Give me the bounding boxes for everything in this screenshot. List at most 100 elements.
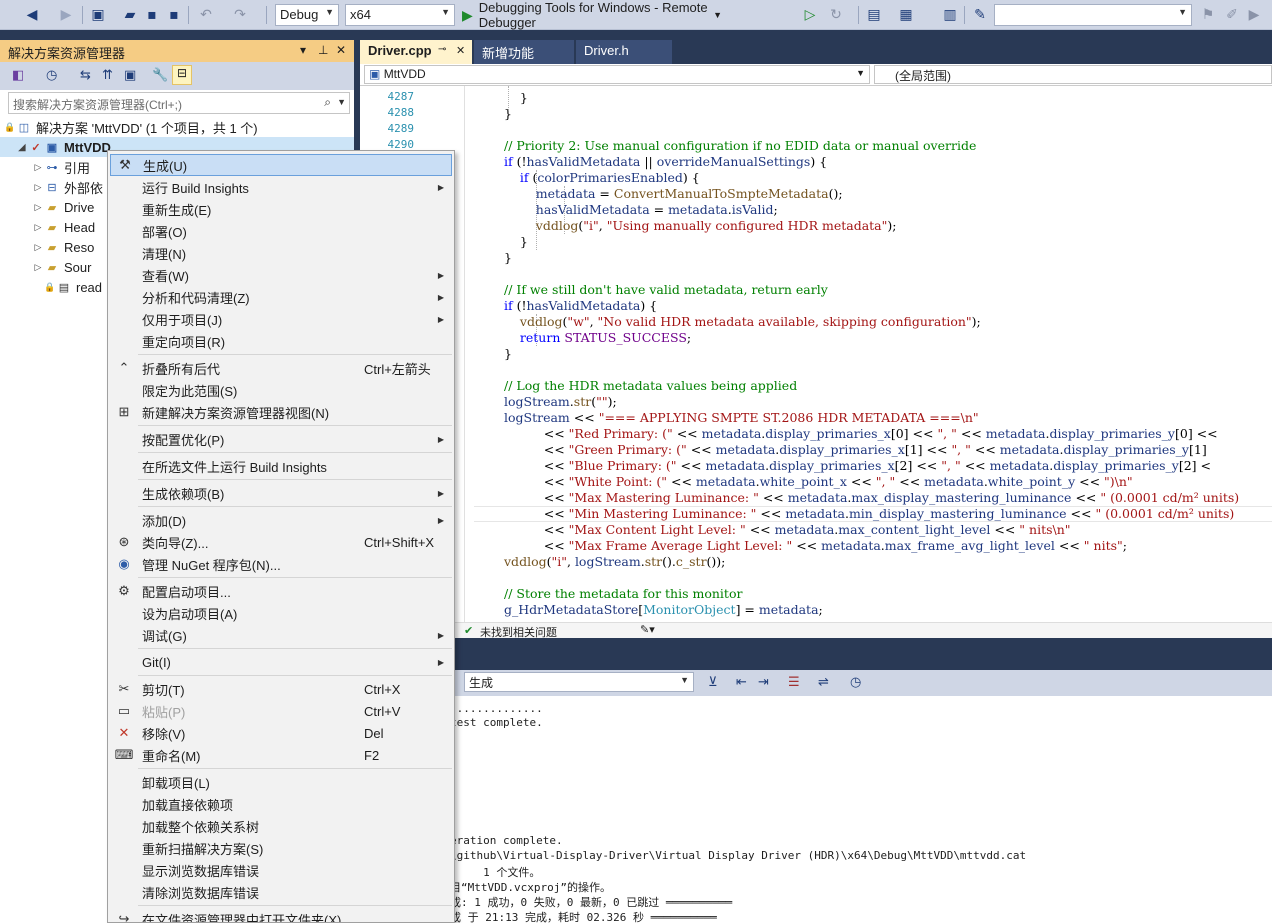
save-icon[interactable]: ▪ bbox=[142, 5, 162, 25]
code-line[interactable]: vddlog("w", "No valid HDR metadata avail… bbox=[504, 314, 981, 330]
solution-node[interactable]: 🔒 ◫ 解决方案 'MttVDD' (1 个项目，共 1 个) bbox=[0, 117, 354, 137]
menu-item[interactable]: ✕ 移除(V) Del bbox=[110, 722, 452, 744]
issues-status[interactable]: 未找到相关问题 bbox=[480, 624, 557, 640]
menu-item[interactable]: ⊞ 新建解决方案资源管理器视图(N) bbox=[110, 401, 452, 423]
code-cleanup-icon[interactable]: ✎▾ bbox=[640, 623, 655, 636]
chevron-right-icon[interactable]: ▷ bbox=[32, 182, 44, 193]
project-scope-select[interactable]: ▣ MttVDD ▼ bbox=[364, 65, 870, 84]
menu-item[interactable]: 限定为此范围(S) bbox=[110, 379, 452, 401]
menu-item[interactable]: 设为启动项目(A) bbox=[110, 602, 452, 624]
chevron-right-icon[interactable]: ▷ bbox=[32, 162, 44, 173]
menu-item[interactable]: 清除浏览数据库错误 bbox=[110, 881, 452, 903]
dropdown-icon[interactable]: ▾ bbox=[300, 43, 306, 57]
chevron-down-icon[interactable]: ▼ bbox=[337, 97, 346, 107]
tab-driver-cpp[interactable]: Driver.cpp ⊸ ✕ bbox=[360, 40, 472, 64]
menu-item[interactable]: ⌃ 折叠所有后代 Ctrl+左箭头 bbox=[110, 357, 452, 379]
code-line[interactable]: // Priority 2: Use manual configuration … bbox=[504, 138, 976, 154]
code-line[interactable]: // Log the HDR metadata values being app… bbox=[504, 378, 797, 394]
comment-icon[interactable]: ▥ bbox=[940, 5, 960, 25]
code-line[interactable]: return STATUS_SUCCESS; bbox=[504, 330, 691, 346]
search-icon[interactable]: ⌕ bbox=[324, 95, 331, 110]
code-line[interactable]: if (colorPrimariesEnabled) { bbox=[504, 170, 700, 186]
sync-icon[interactable]: ⇆ bbox=[80, 68, 91, 83]
menu-item[interactable]: ↪ 在文件资源管理器中打开文件夹(X) bbox=[110, 908, 452, 922]
collapse-all-icon[interactable]: ⇈ bbox=[102, 68, 113, 83]
word-wrap-icon[interactable]: ⇌ bbox=[818, 675, 829, 690]
next-message-icon[interactable]: ⇥ bbox=[758, 675, 769, 690]
code-line[interactable]: vddlog("i", "Using manually configured H… bbox=[504, 218, 897, 234]
code-line[interactable]: logStream << "=== APPLYING SMPTE ST.2086… bbox=[504, 410, 979, 426]
menu-item[interactable]: 重定向项目(R) bbox=[110, 330, 452, 352]
undo-icon[interactable]: ↶ bbox=[196, 5, 216, 25]
chevron-right-icon[interactable]: ▷ bbox=[32, 242, 44, 253]
code-line[interactable]: << "Red Primary: (" << metadata.display_… bbox=[504, 426, 1218, 442]
code-editor[interactable]: 4287 4288 4289 4290 }}// Priority 2: Use… bbox=[360, 86, 1272, 622]
menu-item[interactable]: 重新生成(E) bbox=[110, 198, 452, 220]
menu-item[interactable]: ✂ 剪切(T) Ctrl+X bbox=[110, 678, 452, 700]
menu-item[interactable]: 运行 Build Insights ▶ bbox=[110, 176, 452, 198]
menu-item[interactable]: 加载直接依赖项 bbox=[110, 793, 452, 815]
code-line[interactable]: if (!hasValidMetadata || overrideManualS… bbox=[504, 154, 827, 170]
code-line[interactable]: << "Green Primary: (" << metadata.displa… bbox=[504, 442, 1207, 458]
pin-icon[interactable]: ⊥ bbox=[318, 43, 328, 57]
code-line[interactable]: << "Max Frame Average Light Level: " << … bbox=[504, 538, 1127, 554]
find-message-icon[interactable]: ⊻ bbox=[708, 675, 718, 690]
menu-item[interactable]: 部署(O) bbox=[110, 220, 452, 242]
close-icon[interactable]: ✕ bbox=[456, 44, 465, 57]
close-icon[interactable]: ✕ bbox=[336, 43, 346, 57]
filter-icon[interactable]: ⚑ bbox=[1198, 5, 1218, 25]
code-line[interactable]: // Store the metadata for this monitor bbox=[504, 586, 742, 602]
code-line[interactable]: metadata = ConvertManualToSmpteMetadata(… bbox=[504, 186, 843, 202]
global-scope-select[interactable]: (全局范围) bbox=[874, 65, 1272, 84]
menu-item[interactable]: 分析和代码清理(Z) ▶ bbox=[110, 286, 452, 308]
code-line[interactable]: if (!hasValidMetadata) { bbox=[504, 298, 657, 314]
show-all-files-icon[interactable]: ▣ bbox=[124, 68, 136, 83]
menu-item[interactable]: ⊛ 类向导(Z)... Ctrl+Shift+X bbox=[110, 531, 452, 553]
menu-item[interactable]: Git(I) ▶ bbox=[110, 651, 452, 673]
output-source-select[interactable]: 生成 ▼ bbox=[464, 672, 694, 692]
code-line[interactable]: g_HdrMetadataStore[MonitorObject] = meta… bbox=[504, 602, 823, 618]
open-folder-icon[interactable]: ▰ bbox=[120, 5, 140, 25]
menu-item[interactable]: ⚒ 生成(U) bbox=[110, 154, 452, 176]
config-select[interactable]: Debug ▼ bbox=[275, 4, 339, 26]
redo-icon[interactable]: ↷ bbox=[230, 5, 250, 25]
menu-item[interactable]: 清理(N) bbox=[110, 242, 452, 264]
hot-reload-icon[interactable]: ↻ bbox=[826, 5, 846, 25]
code-line[interactable]: vddlog("i", logStream.str().c_str()); bbox=[504, 554, 725, 570]
solution-search-input[interactable]: 搜索解决方案资源管理器(Ctrl+;) ⌕ ▼ bbox=[8, 92, 350, 114]
chevron-right-icon[interactable]: ▷ bbox=[32, 222, 44, 233]
menu-item[interactable]: 仅用于项目(J) ▶ bbox=[110, 308, 452, 330]
chevron-down-icon[interactable]: ◢ bbox=[16, 142, 28, 153]
chevron-right-icon[interactable]: ▷ bbox=[32, 202, 44, 213]
chevron-right-icon[interactable]: ▷ bbox=[32, 262, 44, 273]
preview-icon[interactable]: ⊟ bbox=[172, 65, 192, 85]
menu-item[interactable]: ◉ 管理 NuGet 程序包(N)... bbox=[110, 553, 452, 575]
step-icon[interactable]: ▶ bbox=[1244, 5, 1264, 25]
code-line[interactable]: } bbox=[504, 90, 528, 106]
back-icon[interactable]: ◀ bbox=[22, 5, 42, 25]
code-line[interactable]: } bbox=[504, 250, 512, 266]
pencil-icon[interactable]: ✐ bbox=[1222, 5, 1242, 25]
clear-all-icon[interactable]: ☰ bbox=[788, 675, 800, 690]
start-without-debugging-icon[interactable]: ▷ bbox=[800, 5, 820, 25]
code-line[interactable]: << "White Point: (" << metadata.white_po… bbox=[504, 474, 1133, 490]
save-all-icon[interactable]: ▪ bbox=[164, 5, 184, 25]
start-debugging-button[interactable]: ▶ Debugging Tools for Windows - Remote D… bbox=[462, 0, 722, 30]
code-line[interactable]: } bbox=[504, 346, 512, 362]
menu-item[interactable]: 显示浏览数据库错误 bbox=[110, 859, 452, 881]
layout-icon[interactable]: ▦ bbox=[896, 5, 916, 25]
code-line[interactable]: } bbox=[504, 234, 528, 250]
menu-item[interactable]: 加载整个依赖关系树 bbox=[110, 815, 452, 837]
code-line[interactable]: << "Blue Primary: (" << metadata.display… bbox=[504, 458, 1211, 474]
menu-item[interactable]: ⚙ 配置启动项目... bbox=[110, 580, 452, 602]
output-log[interactable]: .............. test complete. eration co… bbox=[360, 696, 1272, 923]
code-line[interactable]: << "Max Content Light Level: " << metada… bbox=[504, 522, 1071, 538]
code-line[interactable]: logStream.str(""); bbox=[504, 394, 617, 410]
folder-view-icon[interactable]: ▤ bbox=[864, 5, 884, 25]
menu-item[interactable]: 查看(W) ▶ bbox=[110, 264, 452, 286]
code-line[interactable]: hasValidMetadata = metadata.isValid; bbox=[504, 202, 778, 218]
tools-icon[interactable]: ✎ bbox=[970, 5, 990, 25]
prev-message-icon[interactable]: ⇤ bbox=[736, 675, 747, 690]
code-line[interactable]: << "Max Mastering Luminance: " << metada… bbox=[504, 490, 1239, 506]
platform-select[interactable]: x64 ▼ bbox=[345, 4, 455, 26]
